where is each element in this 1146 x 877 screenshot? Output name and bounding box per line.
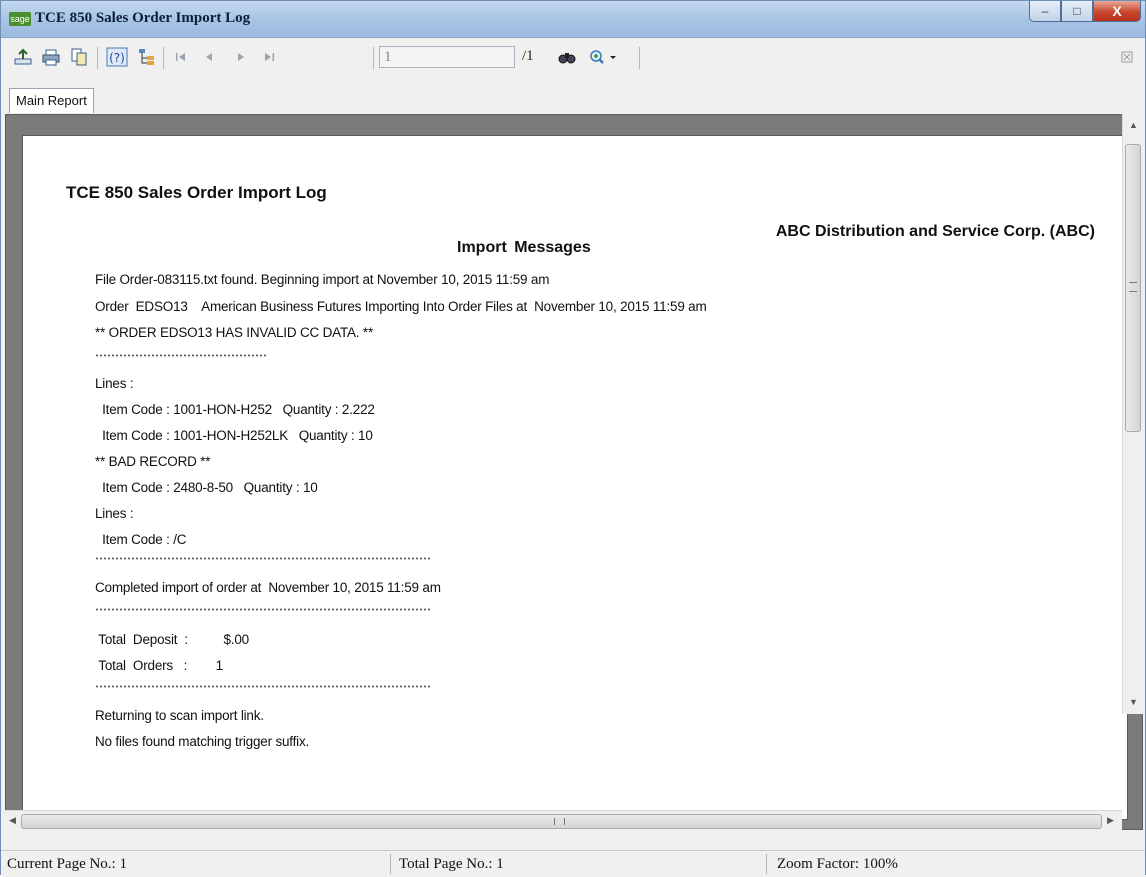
sage-app-icon: sage [9,12,31,26]
asterisk-divider [95,354,267,357]
status-separator [390,854,391,874]
asterisk-divider [95,608,432,611]
log-line: File Order-083115.txt found. Beginning i… [95,272,550,287]
status-bar: Current Page No.: 1 Total Page No.: 1 Zo… [1,850,1145,877]
export-icon[interactable] [11,46,35,68]
log-line: Item Code : 1001-HON-H252LK Quantity : 1… [95,428,373,443]
report-tabs: Main Report [1,80,1145,113]
status-separator [766,854,767,874]
window-controls: – □ X [1029,1,1141,25]
toolbar-separator [639,47,640,69]
log-line: Total Orders : 1 [95,658,223,673]
last-page-icon[interactable] [257,46,281,68]
total-page-status: Total Page No.: 1 [399,856,504,872]
maximize-button[interactable]: □ [1061,1,1093,22]
current-page-status: Current Page No.: 1 [7,856,127,872]
vertical-scroll-thumb[interactable] [1125,144,1141,432]
toolbar-separator [373,47,374,69]
log-line: Item Code : 1001-HON-H252 Quantity : 2.2… [95,402,375,417]
log-line: Item Code : 2480-8-50 Quantity : 10 [95,480,318,495]
log-line: Order EDSO13 American Business Futures I… [95,299,707,314]
horizontal-scroll-thumb[interactable] [21,814,1102,829]
toolbar-separator [163,47,164,69]
toolbar-separator [97,47,98,69]
log-line: Lines : [95,376,134,391]
minimize-button[interactable]: – [1029,1,1061,22]
window-title: TCE 850 Sales Order Import Log [35,10,251,26]
asterisk-divider [95,557,432,560]
svg-text:(?): (?) [109,51,125,65]
asterisk-divider [95,685,432,688]
horizontal-scrollbar[interactable]: ◀ ▶ [5,810,1122,831]
report-viewer: TCE 850 Sales Order Import Log ABC Distr… [5,114,1143,830]
grip-icon [554,818,565,825]
report-toolbar: (?) 1 /1 [1,38,1145,76]
help-icon[interactable]: (?) [105,46,129,68]
copy-icon[interactable] [67,46,91,68]
log-line: ** ORDER EDSO13 HAS INVALID CC DATA. ** [95,325,374,340]
first-page-icon[interactable] [169,46,193,68]
scroll-up-icon[interactable]: ▲ [1129,120,1138,130]
next-page-icon[interactable] [229,46,253,68]
title-bar: sage TCE 850 Sales Order Import Log – □ … [1,1,1145,38]
scroll-right-icon[interactable]: ▶ [1107,815,1114,826]
page-total-label: /1 [522,48,534,64]
report-page: TCE 850 Sales Order Import Log ABC Distr… [22,135,1128,820]
zoom-status: Zoom Factor: 100% [777,856,898,872]
find-icon[interactable] [555,46,579,68]
log-line: No files found matching trigger suffix. [95,734,310,749]
report-window: sage TCE 850 Sales Order Import Log – □ … [0,0,1146,877]
company-name: ABC Distribution and Service Corp. (ABC) [775,223,1095,240]
scroll-left-icon[interactable]: ◀ [9,815,16,826]
close-button[interactable]: X [1093,1,1141,22]
zoom-icon[interactable] [587,46,621,68]
previous-page-icon[interactable] [197,46,221,68]
scroll-down-icon[interactable]: ▼ [1129,697,1138,707]
log-line: ** BAD RECORD ** [95,454,211,469]
group-tree-icon[interactable] [135,46,159,68]
grip-icon [1129,282,1137,292]
vertical-scrollbar[interactable]: ▲ ▼ [1122,114,1144,714]
tab-main-report[interactable]: Main Report [9,88,94,113]
log-line: Lines : [95,506,134,521]
print-icon[interactable] [39,46,63,68]
page-number-input[interactable]: 1 [379,46,515,68]
section-heading: Import Messages [457,239,591,256]
log-line: Item Code : /C [95,532,187,547]
log-line: Total Deposit : $.00 [95,632,249,647]
log-line: Returning to scan import link. [95,708,264,723]
log-line: Completed import of order at November 10… [95,580,441,595]
report-title: TCE 850 Sales Order Import Log [66,183,327,202]
close-report-icon[interactable] [1117,46,1137,68]
